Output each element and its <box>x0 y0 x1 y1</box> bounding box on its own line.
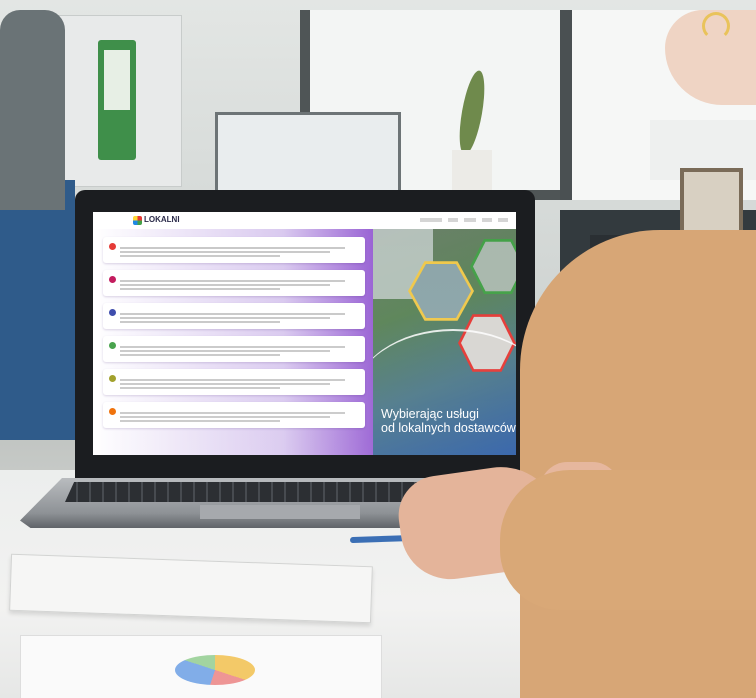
service-card[interactable] <box>103 237 365 263</box>
logo-icon <box>133 216 142 225</box>
woman-arm <box>500 470 756 610</box>
service-icon <box>109 276 116 283</box>
hero-headline-line1: Wybierając usługi <box>381 407 479 421</box>
menu-item[interactable] <box>448 218 458 222</box>
website-menu <box>420 218 508 222</box>
logo-text[interactable]: LOKALNI <box>144 215 180 224</box>
hero-headline-line2: od lokalnych dostawców <box>381 421 516 435</box>
website-topbar: LOKALNI <box>93 212 516 230</box>
service-icon <box>109 408 116 415</box>
laptop-screen: LOKALNI Wybierając usługi od lokalnych d… <box>93 212 516 455</box>
plant-pot <box>452 150 492 192</box>
service-card[interactable] <box>103 270 365 296</box>
service-cards <box>103 237 365 435</box>
menu-item[interactable] <box>420 218 442 222</box>
service-icon <box>109 375 116 382</box>
service-card[interactable] <box>103 336 365 362</box>
hex-photo-man <box>473 241 516 292</box>
office-scene: LOKALNI Wybierając usługi od lokalnych d… <box>0 0 756 698</box>
service-icon <box>109 309 116 316</box>
menu-item[interactable] <box>498 218 508 222</box>
printed-pie-chart <box>175 655 255 685</box>
hero-image: Wybierając usługi od lokalnych dostawców <box>373 229 516 455</box>
service-icon <box>109 243 116 250</box>
service-icon <box>109 342 116 349</box>
earring <box>702 12 730 40</box>
blue-panel <box>0 180 75 440</box>
laptop-touchpad <box>200 505 360 519</box>
decorative-curve <box>373 329 516 455</box>
service-card[interactable] <box>103 402 365 428</box>
menu-item[interactable] <box>464 218 476 222</box>
service-card[interactable] <box>103 369 365 395</box>
hero-headline: Wybierając usługi od lokalnych dostawców <box>381 407 516 435</box>
binder-label <box>104 50 130 110</box>
service-card[interactable] <box>103 303 365 329</box>
background-person <box>0 10 65 210</box>
menu-item[interactable] <box>482 218 492 222</box>
